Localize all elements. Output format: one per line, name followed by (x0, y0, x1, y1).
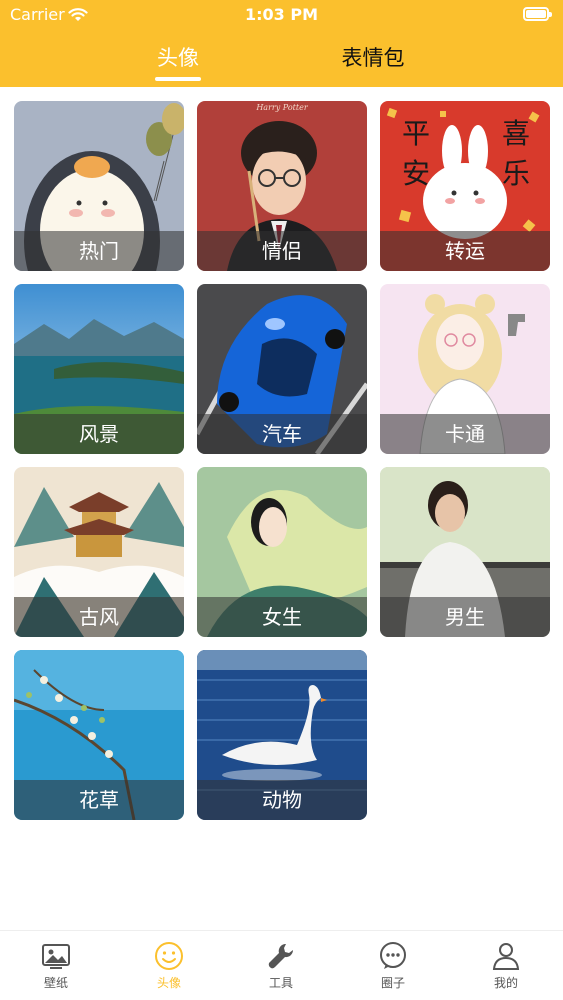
chat-bubble-icon (380, 942, 406, 969)
category-card-animals[interactable]: 动物 (197, 650, 367, 820)
smiley-icon (155, 942, 183, 970)
tabbar-item-profile[interactable]: 我的 (466, 941, 546, 1000)
lucky-character: 喜 (502, 117, 530, 150)
status-bar: Carrier 1:03 PM (0, 0, 563, 30)
tabbar-item-community[interactable]: 圈子 (353, 941, 433, 1000)
tabbar-label: 头像 (156, 976, 181, 990)
image-caption-text: Harry Potter (255, 103, 308, 112)
category-card-girls[interactable]: 女生 (197, 467, 367, 637)
category-card-boys[interactable]: 男生 (380, 467, 550, 637)
category-label: 花草 (79, 788, 119, 812)
picture-icon (42, 944, 70, 969)
tab-stickers[interactable]: 表情包 (340, 42, 406, 72)
tabbar-label: 壁纸 (43, 976, 68, 990)
lucky-character: 安 (402, 157, 430, 190)
category-card-luck[interactable]: 平 安 喜 乐 转运 (380, 101, 550, 271)
tabbar-item-avatar[interactable]: 头像 (129, 941, 209, 1000)
bottom-tab-bar: 壁纸 头像 工具 圈子 我的 (0, 930, 563, 1000)
user-icon (492, 943, 520, 970)
category-card-hot[interactable]: 热门 (14, 101, 184, 271)
category-card-couple[interactable]: Harry Potter 情侣 (197, 101, 367, 271)
tabbar-label: 工具 (268, 976, 293, 990)
category-card-scenery[interactable]: 风景 (14, 284, 184, 454)
category-label: 转运 (445, 239, 485, 263)
category-card-ancient-style[interactable]: 古风 (14, 467, 184, 637)
category-label: 女生 (262, 605, 302, 629)
category-label: 汽车 (262, 422, 302, 446)
tabbar-label: 圈子 (380, 976, 405, 990)
category-label: 卡通 (445, 422, 485, 446)
category-label: 风景 (79, 422, 119, 446)
category-card-cartoon[interactable]: 卡通 (380, 284, 550, 454)
category-label: 男生 (445, 605, 485, 629)
status-time: 1:03 PM (244, 5, 318, 24)
active-tab-indicator (155, 77, 201, 81)
category-card-cars[interactable]: 汽车 (197, 284, 367, 454)
category-label: 动物 (262, 788, 302, 812)
tabbar-label: 我的 (493, 976, 518, 990)
tabbar-item-tools[interactable]: 工具 (241, 941, 321, 1000)
category-label: 热门 (79, 239, 119, 263)
category-label: 古风 (79, 605, 119, 629)
lucky-character: 平 (402, 117, 430, 150)
tab-avatar[interactable]: 头像 (155, 42, 201, 72)
wrench-icon (268, 943, 294, 969)
category-card-flowers[interactable]: 花草 (14, 650, 184, 820)
category-label: 情侣 (262, 239, 302, 263)
header: Carrier 1:03 PM 头像 表情包 (0, 0, 563, 87)
tabbar-item-wallpaper[interactable]: 壁纸 (16, 941, 96, 1000)
battery-icon (523, 7, 552, 21)
lucky-character: 乐 (502, 157, 530, 190)
